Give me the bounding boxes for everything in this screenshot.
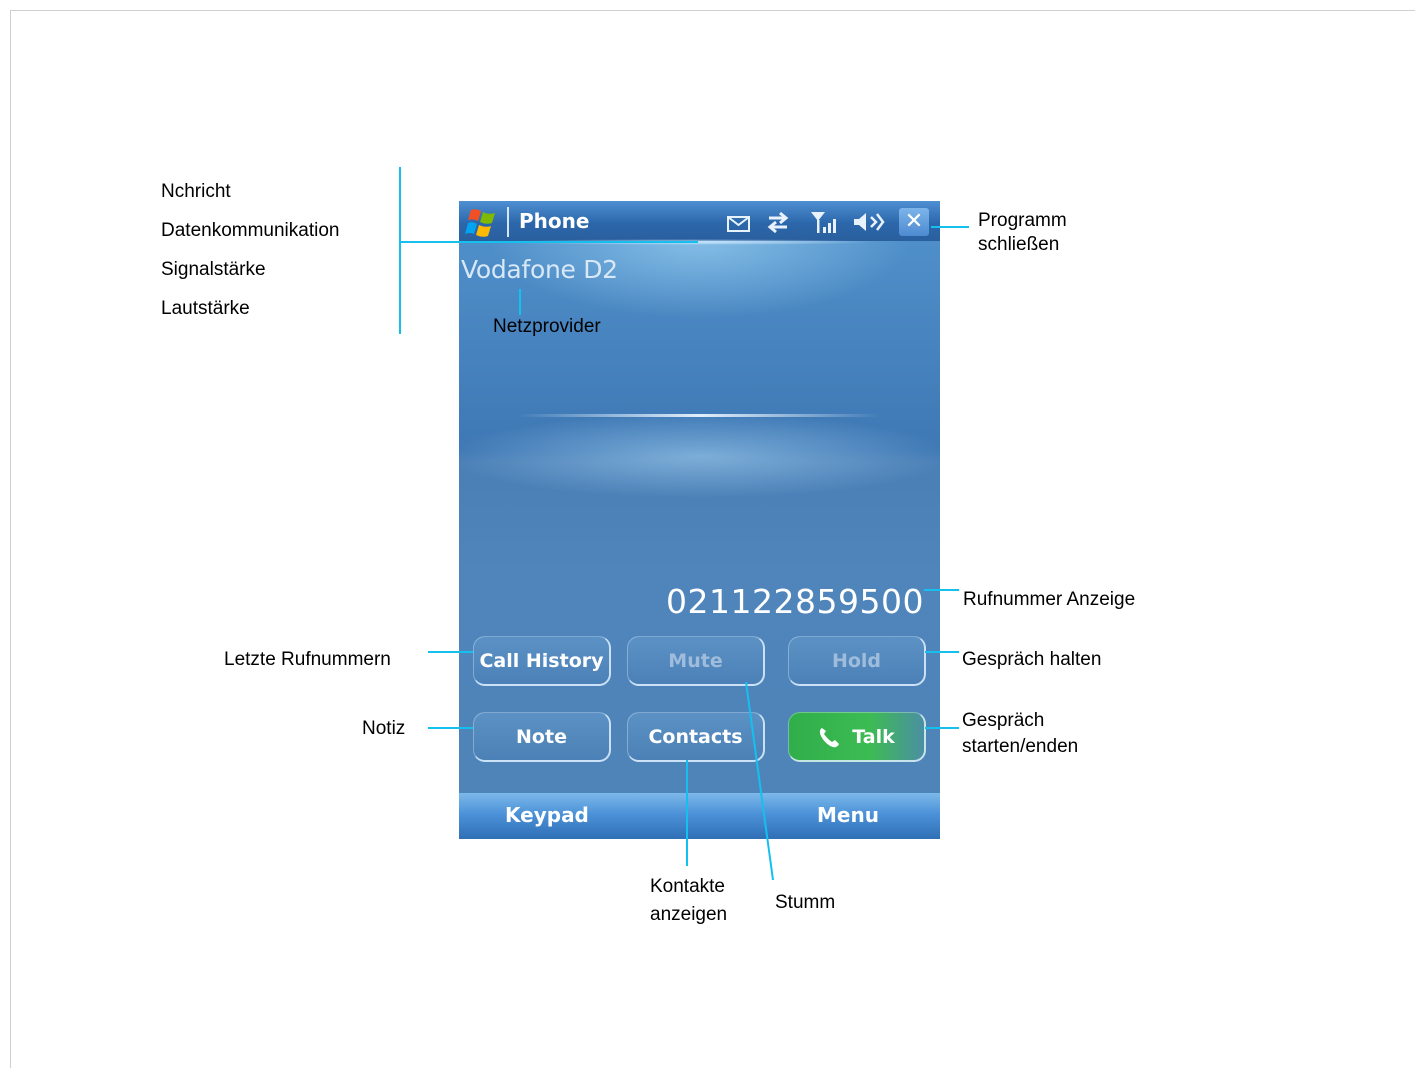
label-nachricht: Nchricht	[161, 181, 231, 202]
title-separator	[507, 207, 509, 237]
label-gespraech-line2: starten/enden	[962, 736, 1079, 757]
hold-button[interactable]: Hold	[788, 636, 926, 686]
label-gespraech-line1: Gespräch	[962, 710, 1045, 731]
hold-label: Hold	[831, 649, 882, 672]
note-label: Note	[516, 725, 567, 748]
label-programm-line2: schließen	[978, 234, 1060, 255]
callout-line-close	[931, 226, 969, 228]
mute-label: Mute	[668, 649, 723, 672]
label-gespraech-halten: Gespräch halten	[962, 649, 1102, 670]
label-rufnummer-anzeige: Rufnummer Anzeige	[963, 589, 1136, 610]
menu-softkey[interactable]: Menu	[817, 803, 879, 827]
callout-line-contacts	[686, 760, 688, 866]
label-stumm: Stumm	[775, 892, 836, 913]
label-datenkommunikation: Datenkommunikation	[161, 220, 340, 241]
label-programm-schliessen: Programm schließen	[978, 209, 1067, 257]
keypad-softkey[interactable]: Keypad	[505, 803, 589, 827]
windows-start-icon[interactable]	[465, 208, 499, 238]
frame-border-top	[10, 10, 1415, 11]
label-gespraech-starten: Gespräch starten/enden	[962, 708, 1078, 760]
close-button[interactable]: ✕	[899, 208, 929, 236]
label-lautstaerke: Lautstärke	[161, 298, 250, 319]
contacts-label: Contacts	[648, 725, 743, 748]
callout-line-talk	[925, 727, 959, 729]
frame-border-left	[10, 10, 11, 1068]
callout-line-history	[428, 651, 473, 653]
data-arrows-icon[interactable]	[765, 210, 791, 234]
envelope-icon[interactable]	[726, 210, 752, 234]
label-netzprovider: Netzprovider	[493, 316, 601, 337]
callout-line-number	[924, 589, 959, 591]
callout-line-provider	[519, 289, 521, 315]
callout-line-mute	[745, 681, 774, 881]
talk-button[interactable]: Talk	[788, 712, 926, 762]
handset-icon	[820, 727, 840, 747]
label-programm-line1: Programm	[978, 210, 1067, 231]
callout-line-hold	[925, 651, 959, 653]
label-letzte-rufnummern: Letzte Rufnummern	[224, 649, 391, 670]
label-kontakte-line1: Kontakte	[650, 876, 725, 897]
call-history-button[interactable]: Call History	[473, 636, 611, 686]
phone-number-display: 021122859500	[666, 582, 924, 621]
title-bar: Phone ✕	[459, 201, 940, 245]
callout-line-note	[428, 727, 473, 729]
softkey-bar: Keypad Menu	[459, 793, 940, 839]
callout-bracket-status	[399, 167, 401, 334]
horizon-line	[519, 414, 880, 417]
phone-screen: Phone ✕ Vodafone D2 021122859500 Call Hi…	[459, 201, 940, 839]
note-button[interactable]: Note	[473, 712, 611, 762]
network-provider: Vodafone D2	[461, 255, 618, 284]
call-history-label: Call History	[479, 649, 604, 672]
talk-label: Talk	[852, 725, 895, 748]
mute-button[interactable]: Mute	[627, 636, 765, 686]
signal-strength-icon[interactable]	[809, 210, 841, 234]
app-title: Phone	[519, 209, 590, 233]
label-kontakte-anzeigen: Kontakte anzeigen	[650, 873, 732, 929]
label-signalstaerke: Signalstärke	[161, 259, 266, 280]
speaker-volume-icon[interactable]	[851, 210, 885, 234]
label-kontakte-line2: anzeigen	[650, 904, 728, 925]
callout-line-status	[400, 241, 698, 243]
label-notiz: Notiz	[362, 718, 406, 739]
